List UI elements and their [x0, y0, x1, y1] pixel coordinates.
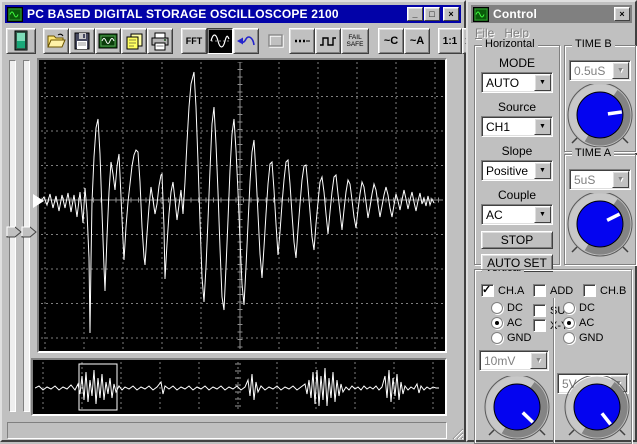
time-a-group: TIME A 5uS ▼ — [564, 147, 636, 265]
fail-safe-button[interactable]: FAIL SAFE — [341, 28, 369, 54]
horizontal-group: Horizontal MODE AUTO ▼ Source CH1 ▼ Slop… — [474, 38, 560, 272]
ch-b-ac-radio[interactable]: AC — [563, 317, 594, 329]
control-app-icon — [473, 6, 489, 22]
cal-c-button[interactable]: ~C — [378, 28, 404, 54]
open-file-button[interactable] — [43, 28, 69, 54]
time-a-select[interactable]: 5uS ▼ — [569, 169, 631, 190]
square-wave-icon — [320, 37, 336, 46]
control-window: Control × File Help Horizontal MODE AUTO… — [466, 0, 637, 444]
dropdown-arrow-icon: ▼ — [530, 352, 547, 369]
ch-a-gnd-radio[interactable]: GND — [491, 332, 531, 344]
cal-a-button[interactable]: ~A — [404, 28, 430, 54]
floppy-save-icon — [74, 32, 90, 50]
exit-button[interactable] — [6, 28, 36, 54]
fft-button[interactable]: FFT — [181, 28, 207, 54]
notes-icon — [126, 33, 142, 50]
source-select[interactable]: CH1 ▼ — [481, 116, 553, 137]
maximize-button[interactable]: □ — [424, 7, 440, 21]
ch-b-checkbox[interactable]: ✓ CH.B — [583, 284, 626, 297]
open-folder-icon — [47, 33, 66, 48]
vertical-group-label: Vertical — [482, 270, 525, 274]
capture-display-button[interactable] — [95, 28, 121, 54]
couple-select[interactable]: AC ▼ — [481, 204, 553, 225]
window-title: PC BASED DIGITAL STORAGE OSCILLOSCOPE 21… — [27, 7, 339, 21]
add-checkbox[interactable]: ✓ ADD — [533, 284, 573, 297]
ch-a-ac-radio[interactable]: AC — [491, 317, 522, 329]
dotted-line-button[interactable] — [289, 28, 315, 54]
dropdown-arrow-icon[interactable]: ▼ — [534, 74, 551, 91]
time-b-select[interactable]: 0.5uS ▼ — [569, 60, 631, 81]
ch-b-gain-knob[interactable] — [561, 376, 632, 442]
ch-a-range-select[interactable]: 10mV ▼ — [479, 350, 549, 371]
horizontal-group-label: Horizontal — [482, 38, 538, 50]
undo-wave-button[interactable] — [233, 28, 259, 54]
ch-a-position-thumb[interactable] — [6, 226, 22, 238]
main-waveform-display — [37, 58, 447, 353]
ch-a-dc-radio[interactable]: DC — [491, 302, 523, 314]
ch-a-checkbox[interactable]: ✓ CH.A — [481, 284, 524, 297]
resize-grip[interactable] — [450, 426, 464, 440]
undo-wave-icon — [237, 36, 255, 46]
time-a-knob[interactable] — [564, 193, 636, 259]
main-waveform-plot — [41, 62, 443, 349]
toolbar: FFT FAIL SAFE ~C ~A 1:1 — [6, 26, 488, 56]
oscilloscope-window: PC BASED DIGITAL STORAGE OSCILLOSCOPE 21… — [0, 0, 488, 442]
time-b-knob-indicator — [607, 110, 623, 116]
printer-icon — [151, 32, 169, 50]
channel-a-trace — [41, 71, 435, 334]
dropdown-arrow-icon[interactable]: ▼ — [534, 118, 551, 135]
dropdown-arrow-icon[interactable]: ▼ — [534, 162, 551, 179]
dotted-line-icon — [295, 39, 310, 43]
record-overview-display — [31, 358, 447, 416]
control-window-title: Control — [493, 7, 538, 21]
slope-label: Slope — [501, 144, 533, 158]
sine-wave-icon — [210, 34, 230, 48]
time-b-group-label: TIME B — [572, 38, 615, 50]
app-icon — [7, 6, 23, 22]
probe-1-1-button[interactable]: 1:1 — [438, 28, 462, 54]
mode-label: MODE — [499, 56, 535, 70]
slope-select[interactable]: Positive ▼ — [481, 160, 553, 181]
dropdown-arrow-icon: ▼ — [612, 171, 629, 188]
ch-a-gain-knob[interactable] — [481, 376, 553, 442]
print-button[interactable] — [147, 28, 173, 54]
time-b-knob[interactable] — [564, 84, 636, 150]
exit-icon — [14, 30, 28, 51]
grid-toggle-button[interactable] — [263, 28, 289, 54]
main-titlebar[interactable]: PC BASED DIGITAL STORAGE OSCILLOSCOPE 21… — [5, 5, 461, 23]
save-button[interactable] — [69, 28, 95, 54]
sine-display-button[interactable] — [207, 28, 233, 54]
dropdown-arrow-icon[interactable]: ▼ — [534, 206, 551, 223]
close-button[interactable]: × — [443, 7, 459, 21]
control-close-button[interactable]: × — [614, 7, 630, 21]
stop-button[interactable]: STOP — [481, 231, 553, 249]
ch-b-position-thumb[interactable] — [21, 226, 37, 238]
record-overview-plot — [35, 362, 439, 412]
minimize-button[interactable]: _ — [407, 7, 423, 21]
copy-notes-button[interactable] — [121, 28, 147, 54]
square-wave-button[interactable] — [315, 28, 341, 54]
ch-b-gnd-radio[interactable]: GND — [563, 332, 603, 344]
channel-divider — [553, 298, 554, 443]
overview-trace — [35, 367, 439, 407]
vertical-group: Vertical ✓ CH.A ✓ ADD ✓ CH.B DC AC GND ✓… — [474, 269, 632, 444]
time-a-group-label: TIME A — [572, 147, 615, 159]
mode-select[interactable]: AUTO ▼ — [481, 72, 553, 93]
ch-b-dc-radio[interactable]: DC — [563, 302, 595, 314]
source-label: Source — [497, 100, 537, 114]
dropdown-arrow-icon: ▼ — [612, 62, 629, 79]
screen-capture-icon — [98, 33, 118, 48]
time-b-group: TIME B 0.5uS ▼ — [564, 38, 636, 152]
grid-icon — [268, 34, 284, 48]
couple-label: Couple — [497, 188, 537, 202]
trigger-level-marker[interactable] — [33, 194, 44, 208]
status-bar — [7, 422, 447, 439]
control-titlebar[interactable]: Control × — [471, 5, 632, 23]
